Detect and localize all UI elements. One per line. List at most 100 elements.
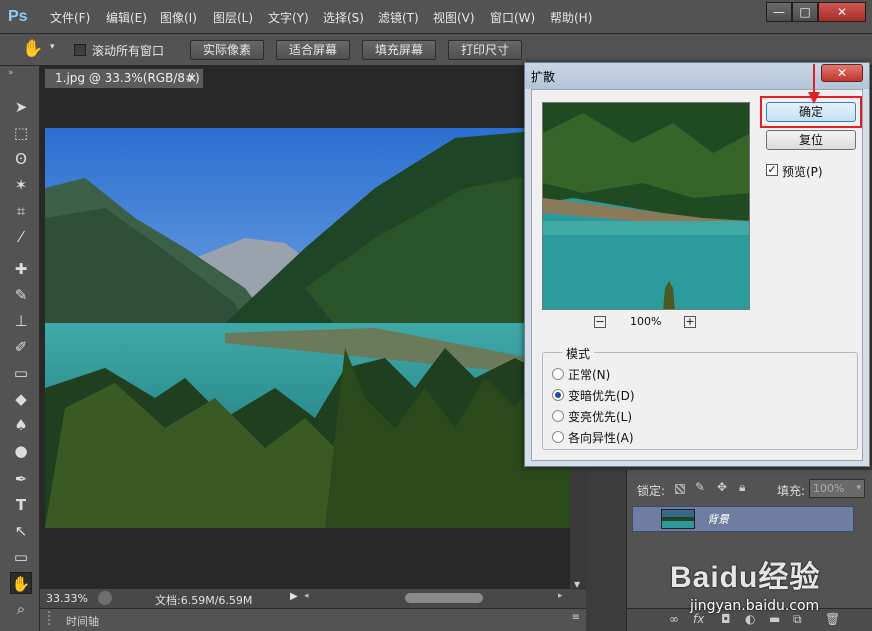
scroll-left-icon[interactable]: ◂ [304,591,309,601]
zoom-out-button[interactable]: − [594,316,606,328]
new-group-icon[interactable]: ▬ [769,612,780,626]
mode-darken-only-label[interactable]: 变暗优先(D) [568,387,635,404]
mode-lighten-only-label[interactable]: 变亮优先(L) [568,408,632,425]
landscape-photo [45,128,571,528]
rectangle-tool-icon[interactable]: ▭ [10,546,32,568]
lock-label: 锁定: [637,484,666,498]
actual-pixels-button[interactable]: 实际像素 [190,40,264,60]
paint-bucket-tool-icon[interactable]: ◆ [10,388,32,410]
preview-checkbox[interactable]: ✓ [766,164,778,176]
hand-tool-icon[interactable]: ✋ [22,39,43,59]
lock-transparency-icon[interactable] [675,484,685,494]
fill-input[interactable]: 100% ▾ [809,479,865,498]
preview-zoom-level: 100% [630,315,662,328]
annotation-arrow-icon [808,64,820,104]
type-tool-icon[interactable]: T [10,494,32,516]
mode-anisotropic-label[interactable]: 各向异性(A) [568,429,634,446]
crop-tool-icon[interactable]: ⌗ [10,200,32,222]
image-canvas[interactable] [45,128,571,528]
move-tool-icon[interactable]: ➤ [10,96,32,118]
menu-view[interactable]: 视图(V) [433,9,475,26]
photoshop-logo: Ps [8,8,28,25]
lock-pixels-icon[interactable]: ✎ [695,480,705,494]
watermark-brand: Baidu经验 [670,561,821,594]
delete-layer-icon[interactable]: 🗑︎ [825,612,840,626]
horizontal-scroll-thumb[interactable] [405,593,483,603]
mode-group-label: 模式 [562,345,595,362]
adjustment-layer-icon[interactable]: ◐ [745,612,755,626]
reset-button[interactable]: 复位 [766,130,856,150]
dialog-title: 扩散 [531,70,556,84]
preview-label: 预览(P) [782,165,823,179]
link-layers-icon[interactable]: ∞ [669,612,679,626]
status-info-icon[interactable] [98,591,112,605]
menu-edit[interactable]: 编辑(E) [106,9,147,26]
maximize-button[interactable]: □ [792,2,818,22]
pen-tool-icon[interactable]: ✒ [10,468,32,490]
minimize-button[interactable]: — [766,2,792,22]
dialog-close-button[interactable]: ✕ [821,64,863,82]
document-tab-title: 1.jpg @ 33.3%(RGB/8#) [55,71,200,85]
timeline-label[interactable]: 时间轴 [66,613,99,629]
menu-window[interactable]: 窗口(W) [490,9,535,26]
menu-layer[interactable]: 图层(L) [213,9,253,26]
menu-image[interactable]: 图像(I) [160,9,197,26]
mode-normal-label[interactable]: 正常(N) [568,366,610,383]
magic-wand-tool-icon[interactable]: ✶ [10,174,32,196]
zoom-in-button[interactable]: + [684,316,696,328]
lock-all-icon[interactable]: 🔒︎ [739,480,745,495]
layer-mask-icon[interactable]: ◘ [721,612,731,626]
lock-position-icon[interactable]: ✥ [717,480,727,494]
menu-help[interactable]: 帮助(H) [550,9,592,26]
mode-anisotropic-radio[interactable] [552,431,564,443]
new-layer-icon[interactable]: ⧉ [793,612,802,627]
eyedropper-tool-icon[interactable]: ⁄ [10,226,32,248]
zoom-tool-icon[interactable]: ⌕ [10,598,32,620]
scroll-right-icon[interactable]: ▸ [558,591,563,601]
scroll-all-windows-label: 滚动所有窗口 [92,44,165,58]
collapse-panel-icon[interactable]: » [8,68,14,78]
menu-file[interactable]: 文件(F) [50,9,90,26]
diffuse-filter-dialog: 扩散 ✕ − 100% + 确定 复位 ✓ 预览(P) 模式 正常(N) 变暗优… [524,62,870,467]
hand-tool-icon[interactable]: ✋ [10,572,32,594]
tools-panel: » ➤ ⬚ ʘ ✶ ⌗ ⁄ ✚ ✎ ⊥ ✐ ▭ ◆ ♠ ● ✒ T ↖ ▭ ✋ … [0,66,40,631]
healing-brush-tool-icon[interactable]: ✚ [10,258,32,280]
brush-tool-icon[interactable]: ✎ [10,284,32,306]
preview-image [543,103,749,309]
panel-grip-icon[interactable] [48,611,54,625]
layer-style-icon[interactable]: fx [693,612,704,626]
close-app-button[interactable]: ✕ [818,2,866,22]
menu-filter[interactable]: 滤镜(T) [378,9,419,26]
history-brush-tool-icon[interactable]: ✐ [10,336,32,358]
print-size-button[interactable]: 打印尺寸 [448,40,522,60]
lasso-tool-icon[interactable]: ʘ [10,148,32,170]
timeline-panel-bar: 时间轴 ≡ [40,608,586,631]
dodge-tool-icon[interactable]: ● [10,440,32,462]
fit-screen-button[interactable]: 适合屏幕 [276,40,350,60]
close-tab-icon[interactable]: × [187,69,197,88]
filter-preview[interactable] [542,102,750,310]
fill-dropdown-icon[interactable]: ▾ [856,480,861,497]
layer-thumbnail [661,509,695,529]
blur-tool-icon[interactable]: ♠ [10,414,32,436]
zoom-level[interactable]: 33.33% [46,592,88,605]
panel-menu-icon[interactable]: ≡ [572,612,580,623]
mode-normal-radio[interactable] [552,368,564,380]
path-selection-tool-icon[interactable]: ↖ [10,520,32,542]
mode-lighten-only-radio[interactable] [552,410,564,422]
document-tab[interactable]: 1.jpg @ 33.3%(RGB/8#) × [44,68,204,88]
eraser-tool-icon[interactable]: ▭ [10,362,32,384]
menu-type[interactable]: 文字(Y) [268,9,309,26]
layer-row-background[interactable]: 背景 [632,506,854,532]
layer-name[interactable]: 背景 [707,511,729,527]
clone-stamp-tool-icon[interactable]: ⊥ [10,310,32,332]
mode-darken-only-radio[interactable] [552,389,564,401]
marquee-tool-icon[interactable]: ⬚ [10,122,32,144]
status-menu-arrow-icon[interactable]: ▶ [290,591,298,602]
baidu-jingyan-watermark: Baidu经验 [660,538,860,598]
scroll-all-windows-checkbox[interactable] [74,44,86,56]
fill-screen-button[interactable]: 填充屏幕 [362,40,436,60]
menu-select[interactable]: 选择(S) [323,9,364,26]
tool-preset-dropdown-icon[interactable]: ▾ [50,42,55,52]
fill-value: 100% [813,482,845,495]
